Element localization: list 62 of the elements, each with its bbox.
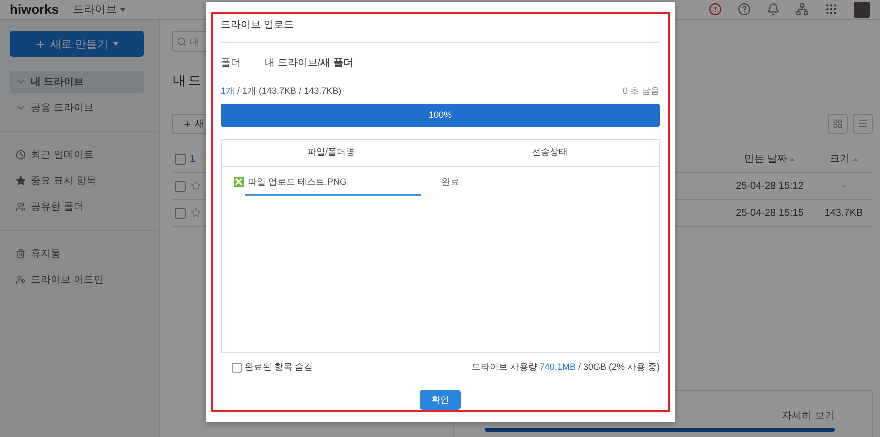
sidebar-item[interactable]: 중요 표시 항목 xyxy=(10,170,144,192)
confirm-button[interactable]: 확인 xyxy=(420,390,461,410)
column-header[interactable]: 크기 xyxy=(815,152,873,166)
checkbox-label: 완료된 항목 숨김 xyxy=(245,361,314,374)
user-gear-icon xyxy=(16,275,26,285)
upload-count: 1개 / 1개 (143.7KB / 143.7KB) xyxy=(221,85,342,98)
sidebar-item[interactable]: 휴지통 xyxy=(10,243,144,265)
file-name: 파일 업로드 테스트.PNG xyxy=(248,176,348,189)
details-link[interactable]: 자세히 보기 xyxy=(782,409,835,423)
star-icon xyxy=(16,176,26,186)
column-header: 전송상태 xyxy=(530,146,569,160)
plus-icon xyxy=(35,38,46,50)
sidebar-item[interactable]: 최근 업데이트 xyxy=(10,144,144,166)
column-header[interactable]: 만든 날짜 xyxy=(725,152,815,166)
plus-icon xyxy=(183,120,192,128)
hide-completed-checkbox[interactable]: 완료된 항목 숨김 xyxy=(232,361,314,374)
bell-icon[interactable] xyxy=(767,3,780,16)
folder-path: 내 드라이브/새 폴더 xyxy=(265,57,354,70)
grid-view-button[interactable] xyxy=(828,114,848,134)
apps-icon[interactable] xyxy=(825,3,838,16)
alert-icon[interactable] xyxy=(709,3,722,16)
row-checkbox[interactable] xyxy=(175,208,186,218)
sort-icon xyxy=(853,158,858,160)
folder-label: 폴더 xyxy=(221,57,241,70)
time-remaining: 0 초 남음 xyxy=(622,85,660,98)
star-icon[interactable] xyxy=(191,208,201,218)
table-cell-text: 25-04-28 15:15 xyxy=(735,208,805,218)
caret-icon xyxy=(112,42,119,46)
sort-icon xyxy=(790,158,796,160)
selected-count: 1 xyxy=(190,154,196,164)
column-header: 파일/폴더명 xyxy=(306,146,356,160)
hiworks-logo[interactable]: hiworks xyxy=(10,2,60,17)
grid-icon xyxy=(833,119,843,129)
avatar[interactable] xyxy=(854,2,870,18)
row-checkbox[interactable] xyxy=(175,180,186,192)
table-cell-text: - xyxy=(841,180,847,192)
table-cell-text: 25-04-28 15:12 xyxy=(735,180,805,192)
app-menu[interactable]: 드라이브 xyxy=(73,2,126,17)
caret-icon xyxy=(120,8,126,12)
list-icon xyxy=(858,119,868,129)
org-chart-icon[interactable] xyxy=(796,3,809,16)
sidebar-item[interactable]: 공용 드라이브 xyxy=(10,97,144,119)
clock-icon xyxy=(16,150,26,160)
dialog-title: 드라이브 업로드 xyxy=(221,14,660,43)
list-view-button[interactable] xyxy=(853,114,873,134)
help-icon[interactable] xyxy=(738,3,751,16)
star-icon[interactable] xyxy=(191,181,201,191)
search-icon xyxy=(177,36,187,46)
drive-usage: 드라이브 사용량 740.1MB / 30GB (2% 사용 중) xyxy=(472,361,660,374)
select-all-checkbox[interactable] xyxy=(175,154,186,164)
transfer-status: 완료 xyxy=(440,176,460,189)
page-title: 내 드 xyxy=(173,72,202,90)
sidebar-item[interactable]: 공유한 폴더 xyxy=(10,196,144,218)
trash-icon xyxy=(16,249,26,259)
table-cell-text: 143.7KB xyxy=(824,208,864,218)
sidebar-item[interactable]: 내 드라이브 xyxy=(10,71,144,93)
new-button[interactable]: 새로 만들기 xyxy=(10,31,144,57)
image-file-icon xyxy=(234,177,244,188)
sidebar-item[interactable]: 드라이브 어드민 xyxy=(10,269,144,291)
checkbox[interactable] xyxy=(232,362,242,372)
progress-label: 100% xyxy=(428,110,452,120)
users-icon xyxy=(16,202,26,212)
